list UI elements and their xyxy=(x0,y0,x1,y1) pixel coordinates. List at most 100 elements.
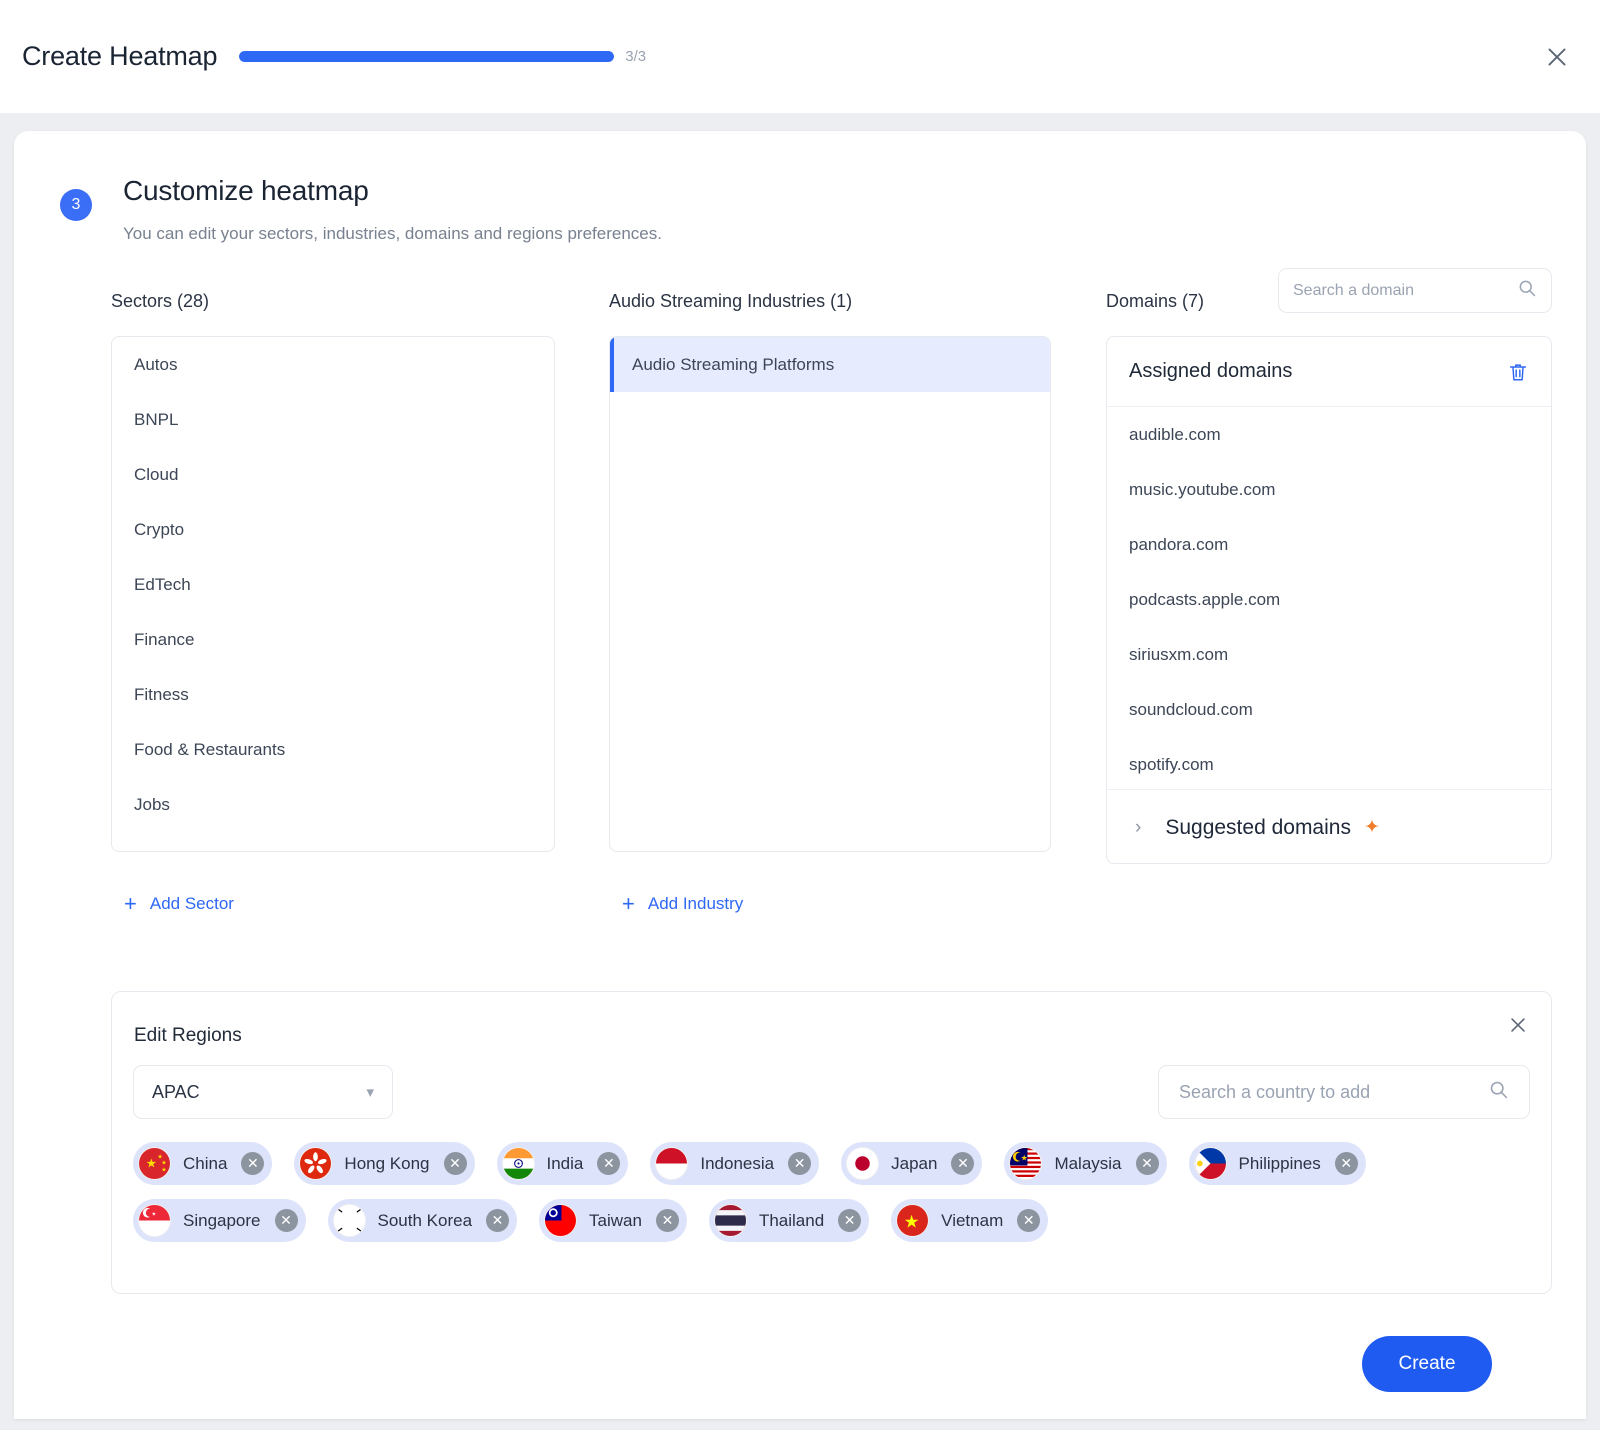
close-icon[interactable] xyxy=(1503,1010,1533,1040)
sectors-heading: Sectors (28) xyxy=(111,291,209,312)
list-item[interactable]: Audio Streaming Platforms xyxy=(610,337,1050,392)
list-item[interactable]: siriusxm.com xyxy=(1107,627,1551,682)
search-domain-input[interactable] xyxy=(1293,282,1517,300)
flag-icon-id xyxy=(655,1147,688,1180)
svg-text:★: ★ xyxy=(152,1212,157,1218)
region-selected-value: APAC xyxy=(152,1082,366,1103)
country-chip[interactable]: ★★★★China✕ xyxy=(133,1142,272,1185)
svg-text:★: ★ xyxy=(146,1156,157,1170)
svg-text:★: ★ xyxy=(161,1159,166,1166)
country-chip-label: Thailand xyxy=(759,1211,824,1231)
flag-icon-sg: ★ xyxy=(138,1204,171,1237)
list-item[interactable]: Finance xyxy=(112,612,554,667)
progress-label: 3/3 xyxy=(625,48,646,65)
flag-icon-ph xyxy=(1194,1147,1227,1180)
list-item[interactable]: Food & Restaurants xyxy=(112,722,554,777)
edit-regions-title: Edit Regions xyxy=(134,1025,242,1047)
list-item[interactable]: Media xyxy=(112,832,554,852)
list-item[interactable]: Autos xyxy=(112,337,554,392)
country-chip-label: India xyxy=(547,1154,584,1174)
country-chip-label: Hong Kong xyxy=(344,1154,429,1174)
add-industry-button[interactable]: + Add Industry xyxy=(622,891,743,917)
close-circle-icon[interactable]: ✕ xyxy=(838,1209,861,1232)
list-item[interactable]: soundcloud.com xyxy=(1107,682,1551,737)
close-circle-icon[interactable]: ✕ xyxy=(788,1152,811,1175)
flag-icon-vn: ★ xyxy=(896,1204,929,1237)
industries-heading: Audio Streaming Industries (1) xyxy=(609,291,852,312)
list-item[interactable]: pandora.com xyxy=(1107,517,1551,572)
list-item[interactable]: audible.com xyxy=(1107,407,1551,462)
plus-icon: + xyxy=(124,891,137,917)
country-chip-label: Japan xyxy=(891,1154,937,1174)
list-item[interactable]: podcasts.apple.com xyxy=(1107,572,1551,627)
close-icon[interactable] xyxy=(1538,38,1576,76)
country-chip[interactable]: ★ Vietnam ✕ xyxy=(891,1199,1048,1242)
add-sector-label: Add Sector xyxy=(150,894,234,914)
close-circle-icon[interactable]: ✕ xyxy=(1017,1209,1040,1232)
close-circle-icon[interactable]: ✕ xyxy=(1136,1152,1159,1175)
create-button[interactable]: Create xyxy=(1362,1336,1492,1392)
assigned-domains-title: Assigned domains xyxy=(1129,360,1507,383)
close-circle-icon[interactable]: ✕ xyxy=(951,1152,974,1175)
country-chip[interactable]: Thailand ✕ xyxy=(709,1199,869,1242)
progress-indicator: 3/3 xyxy=(239,48,646,65)
chevron-right-icon: › xyxy=(1135,817,1141,839)
trash-icon[interactable] xyxy=(1507,361,1529,383)
country-chip-label: Malaysia xyxy=(1054,1154,1121,1174)
industries-list[interactable]: Audio Streaming Platforms xyxy=(609,336,1051,852)
search-icon xyxy=(1488,1079,1509,1105)
flag-icon-in xyxy=(502,1147,535,1180)
close-circle-icon[interactable]: ✕ xyxy=(1335,1152,1358,1175)
close-circle-icon[interactable]: ✕ xyxy=(241,1152,264,1175)
country-chip-label: Singapore xyxy=(183,1211,261,1231)
list-item[interactable]: music.youtube.com xyxy=(1107,462,1551,517)
close-circle-icon[interactable]: ✕ xyxy=(275,1209,298,1232)
country-chip-label: Taiwan xyxy=(589,1211,642,1231)
country-chip-label: South Korea xyxy=(378,1211,473,1231)
domain-search-box[interactable] xyxy=(1278,268,1552,313)
region-dropdown[interactable]: APAC ▾ xyxy=(133,1065,393,1119)
dialog-header: Create Heatmap 3/3 xyxy=(0,0,1600,113)
search-icon xyxy=(1517,278,1537,303)
list-item[interactable]: spotify.com xyxy=(1107,737,1551,789)
country-chip[interactable]: Japan ✕ xyxy=(841,1142,982,1185)
assigned-domains-items[interactable]: audible.commusic.youtube.compandora.comp… xyxy=(1107,407,1551,789)
list-item[interactable]: Crypto xyxy=(112,502,554,557)
close-circle-icon[interactable]: ✕ xyxy=(656,1209,679,1232)
add-sector-button[interactable]: + Add Sector xyxy=(124,891,234,917)
country-chip-label: Vietnam xyxy=(941,1211,1003,1231)
close-circle-icon[interactable]: ✕ xyxy=(597,1152,620,1175)
page-title: Customize heatmap xyxy=(123,175,662,207)
list-item[interactable]: Jobs xyxy=(112,777,554,832)
close-circle-icon[interactable]: ✕ xyxy=(486,1209,509,1232)
country-chip[interactable]: ★ Singapore ✕ xyxy=(133,1199,306,1242)
country-chip-label: China xyxy=(183,1154,227,1174)
country-chip-label: Philippines xyxy=(1239,1154,1321,1174)
flag-icon-my: ★ xyxy=(1009,1147,1042,1180)
flag-icon-hk xyxy=(299,1147,332,1180)
suggested-domains-row[interactable]: › Suggested domains ✦ xyxy=(1107,789,1551,864)
close-circle-icon[interactable]: ✕ xyxy=(444,1152,467,1175)
list-item[interactable]: Cloud xyxy=(112,447,554,502)
country-chip[interactable]: India ✕ xyxy=(497,1142,629,1185)
list-item[interactable]: Fitness xyxy=(112,667,554,722)
svg-text:★: ★ xyxy=(904,1211,920,1231)
plus-icon: + xyxy=(622,891,635,917)
list-item[interactable]: BNPL xyxy=(112,392,554,447)
country-search-box[interactable] xyxy=(1158,1065,1530,1119)
flag-icon-jp xyxy=(846,1147,879,1180)
page-subtitle: You can edit your sectors, industries, d… xyxy=(123,224,662,244)
search-country-input[interactable] xyxy=(1179,1082,1488,1103)
country-chip[interactable]: Indonesia✕ xyxy=(650,1142,819,1185)
domains-heading: Domains (7) xyxy=(1106,291,1204,312)
country-chip[interactable]: Philippines ✕ xyxy=(1189,1142,1366,1185)
country-chip[interactable]: South Korea ✕ xyxy=(328,1199,518,1242)
svg-text:★: ★ xyxy=(1021,1154,1028,1163)
list-item[interactable]: EdTech xyxy=(112,557,554,612)
progress-track xyxy=(239,51,614,62)
country-chip[interactable]: Taiwan ✕ xyxy=(539,1199,687,1242)
country-chip[interactable]: ★ Malaysia ✕ xyxy=(1004,1142,1166,1185)
chevron-down-icon: ▾ xyxy=(366,1083,374,1101)
sectors-list[interactable]: AutosBNPLCloudCryptoEdTechFinanceFitness… xyxy=(111,336,555,852)
country-chip[interactable]: Hong Kong ✕ xyxy=(294,1142,474,1185)
